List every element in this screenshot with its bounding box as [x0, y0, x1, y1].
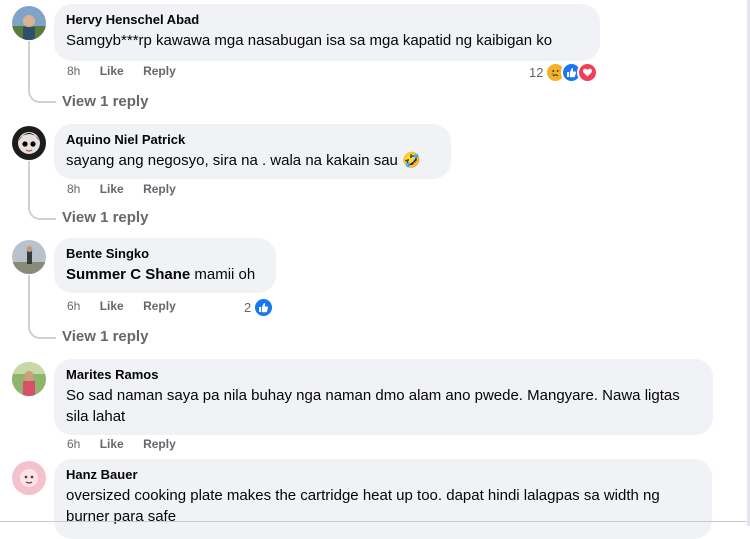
comment-author[interactable]: Hervy Henschel Abad: [66, 12, 588, 28]
comment-meta: 8h Like Reply: [67, 181, 192, 197]
like-link[interactable]: Like: [100, 437, 124, 451]
avatar[interactable]: [12, 461, 46, 495]
reply-thread-line: [28, 41, 56, 103]
view-replies-link[interactable]: View 1 reply: [62, 328, 148, 345]
comment-bubble: Bente Singko Summer C Shane mamii oh: [54, 238, 276, 293]
reply-link[interactable]: Reply: [143, 64, 176, 78]
like-icon: [253, 297, 275, 318]
avatar[interactable]: [12, 6, 46, 40]
comment-author[interactable]: Aquino Niel Patrick: [66, 132, 439, 148]
comment-text: Samgyb***rp kawawa mga nasabugan isa sa …: [66, 32, 553, 49]
comment-time[interactable]: 6h: [67, 299, 80, 313]
comment-bubble: Aquino Niel Patrick sayang ang negosyo, …: [54, 124, 451, 179]
reply-link[interactable]: Reply: [143, 299, 176, 313]
comment-text-body: sayang ang negosyo, sira na . wala na ka…: [66, 152, 398, 169]
comment-author[interactable]: Marites Ramos: [66, 367, 701, 383]
view-replies-link[interactable]: View 1 reply: [62, 209, 148, 226]
reply-thread-line: [28, 275, 56, 339]
avatar[interactable]: [12, 362, 46, 396]
comment-bubble: Hervy Henschel Abad Samgyb***rp kawawa m…: [54, 4, 600, 61]
reaction-summary[interactable]: 2: [244, 297, 275, 318]
comment-text: So sad naman saya pa nila buhay nga nama…: [66, 387, 680, 425]
like-link[interactable]: Like: [100, 64, 124, 78]
comment-text: sayang ang negosyo, sira na . wala na ka…: [66, 150, 439, 171]
reply-link[interactable]: Reply: [143, 182, 176, 196]
comment-bubble: Hanz Bauer oversized cooking plate makes…: [54, 459, 712, 539]
reaction-summary[interactable]: 12: [529, 62, 599, 83]
view-replies-link[interactable]: View 1 reply: [62, 93, 148, 110]
like-link[interactable]: Like: [100, 299, 124, 313]
love-icon: [577, 62, 599, 83]
rofl-emoji: 🤣: [402, 152, 421, 169]
comment-time[interactable]: 8h: [67, 182, 80, 196]
comment-meta: 6h Like Reply: [67, 436, 192, 452]
comment-bubble: Marites Ramos So sad naman saya pa nila …: [54, 359, 713, 435]
comment-author[interactable]: Hanz Bauer: [66, 467, 700, 483]
avatar[interactable]: [12, 240, 46, 274]
reaction-count: 2: [244, 300, 252, 315]
reply-thread-line: [28, 161, 56, 220]
comment-time[interactable]: 8h: [67, 64, 80, 78]
divider: [0, 521, 750, 522]
comment-text-body: mamii oh: [190, 266, 256, 283]
mention-link[interactable]: Summer C Shane: [66, 266, 190, 283]
reaction-count: 12: [529, 65, 544, 80]
comment-time[interactable]: 6h: [67, 437, 80, 451]
comment-author[interactable]: Bente Singko: [66, 246, 264, 262]
comment-meta: 6h Like Reply: [67, 298, 192, 314]
comment-text: Summer C Shane mamii oh: [66, 264, 264, 285]
like-link[interactable]: Like: [100, 182, 124, 196]
reply-link[interactable]: Reply: [143, 437, 176, 451]
avatar[interactable]: [12, 126, 46, 160]
comment-meta: 8h Like Reply: [67, 63, 192, 79]
